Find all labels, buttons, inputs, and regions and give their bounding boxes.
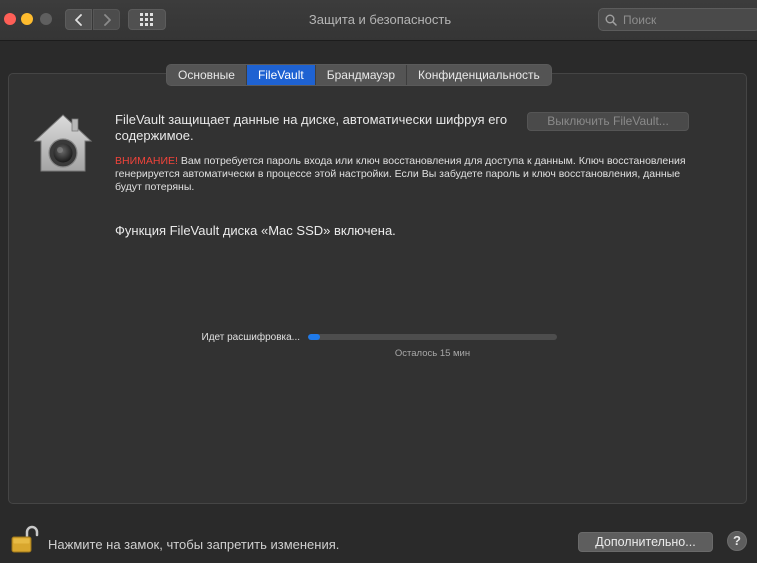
tab-privacy[interactable]: Конфиденциальность [407, 65, 551, 85]
grid-icon [140, 12, 153, 26]
help-button[interactable]: ? [727, 531, 747, 551]
tab-general[interactable]: Основные [167, 65, 247, 85]
tab-bar: Основные FileVault Брандмауэр Конфиденци… [166, 64, 552, 86]
filevault-description: FileVault защищает данные на диске, авто… [115, 112, 508, 143]
chevron-left-icon [74, 13, 82, 26]
close-window-button[interactable] [4, 13, 16, 25]
search-input[interactable] [621, 11, 755, 28]
window-title: Защита и безопасность [308, 12, 452, 27]
search-field[interactable] [598, 8, 757, 31]
zoom-window-button[interactable] [40, 13, 52, 25]
tab-firewall[interactable]: Брандмауэр [315, 65, 408, 85]
progress-label: Идет расшифровка... [201, 332, 301, 343]
title-bar: Защита и безопасность [0, 0, 757, 41]
filevault-status: Функция FileVault диска «Mac SSD» включе… [115, 223, 396, 238]
minimize-window-button[interactable] [21, 13, 33, 25]
forward-button[interactable] [93, 9, 120, 30]
warning-message: ВНИМАНИЕ! Вам потребуется пароль входа и… [115, 155, 695, 194]
lock-hint-text: Нажмите на замок, чтобы запретить измене… [48, 537, 340, 552]
warning-text: Вам потребуется пароль входа или ключ во… [115, 155, 686, 193]
filevault-house-icon [33, 114, 93, 172]
show-all-button[interactable] [128, 9, 166, 30]
tab-filevault[interactable]: FileVault [246, 65, 316, 85]
search-icon [605, 14, 617, 26]
time-remaining: Осталось 15 мин [394, 348, 471, 359]
advanced-button[interactable]: Дополнительно... [578, 532, 713, 552]
warning-label: ВНИМАНИЕ! [115, 155, 178, 167]
unlocked-padlock-icon[interactable] [9, 524, 39, 554]
turn-off-filevault-button[interactable]: Выключить FileVault... [527, 112, 689, 131]
decryption-progress-bar [308, 334, 557, 340]
progress-fill [308, 334, 321, 340]
back-button[interactable] [65, 9, 92, 30]
chevron-right-icon [103, 13, 111, 26]
